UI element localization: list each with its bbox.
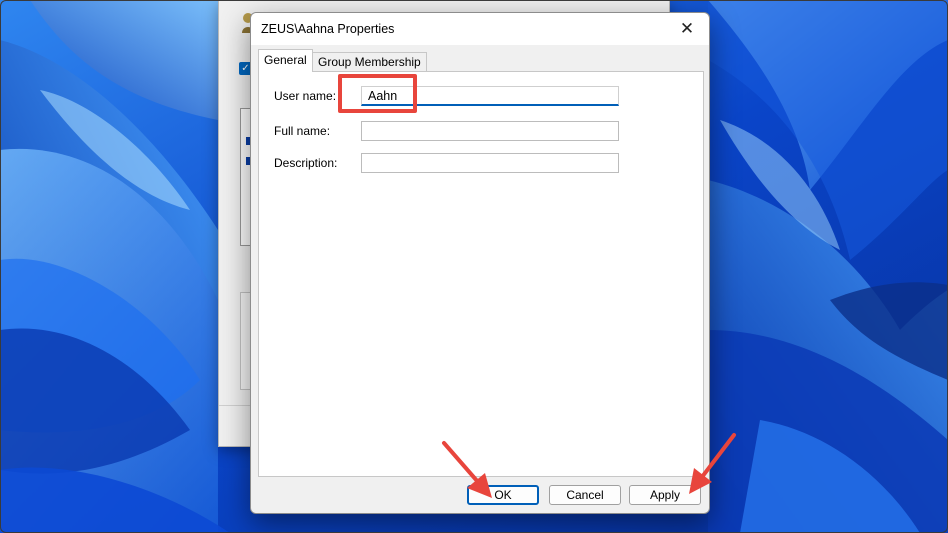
tab-group-membership[interactable]: Group Membership [312, 52, 427, 71]
description-input[interactable] [361, 153, 619, 173]
full-name-label: Full name: [274, 124, 331, 138]
tab-general[interactable]: General [258, 49, 313, 72]
user-name-label: User name: [274, 89, 337, 103]
apply-button[interactable]: Apply [629, 485, 701, 505]
full-name-input[interactable] [361, 121, 619, 141]
description-label: Description: [274, 156, 338, 170]
ok-button[interactable]: OK [467, 485, 539, 505]
dialog-title: ZEUS\Aahna Properties [261, 22, 395, 36]
close-icon: ✕ [679, 19, 695, 38]
cancel-button[interactable]: Cancel [549, 485, 621, 505]
general-tab-panel: User name: Full name: Description: [258, 71, 704, 477]
user-name-highlight-box [338, 74, 417, 113]
dialog-titlebar[interactable]: ZEUS\Aahna Properties ✕ [251, 13, 709, 45]
close-button[interactable]: ✕ [665, 13, 709, 45]
user-properties-dialog: ZEUS\Aahna Properties ✕ General Group Me… [250, 12, 710, 514]
